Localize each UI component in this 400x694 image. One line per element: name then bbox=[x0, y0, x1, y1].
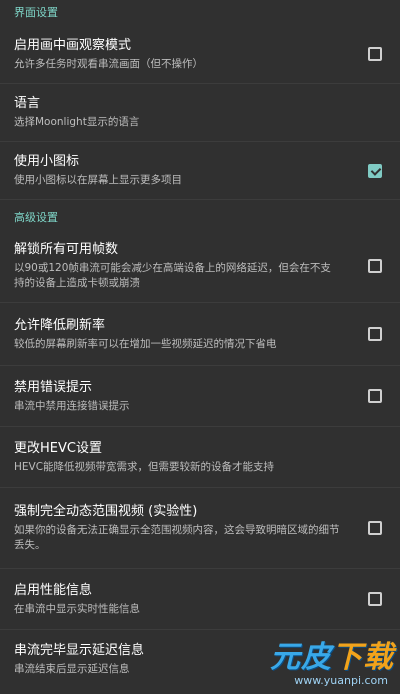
watermark-url: www.yuanpi.com bbox=[294, 674, 388, 687]
watermark-brand-accent: 下载 bbox=[332, 640, 394, 675]
small-icons-checkbox[interactable] bbox=[368, 163, 382, 178]
pref-performance-overlay[interactable]: 启用性能信息 在串流中显示实时性能信息 bbox=[0, 569, 400, 629]
section-header-ui: 界面设置 bbox=[14, 6, 58, 19]
pref-summary: 以90或120帧串流可能会减少在高端设备上的网络延迟，但会在不支持的设备上造成卡… bbox=[14, 262, 331, 289]
pref-small-icons[interactable]: 使用小图标 使用小图标以在屏幕上显示更多项目 bbox=[0, 142, 400, 199]
unlock-fps-checkbox[interactable] bbox=[368, 259, 382, 273]
pref-summary: 使用小图标以在屏幕上显示更多项目 bbox=[14, 174, 182, 186]
pref-summary: 允许多任务时观看串流画面（但不操作） bbox=[14, 57, 203, 70]
pref-title: 启用性能信息 bbox=[14, 582, 93, 598]
pref-summary: HEVC能降低视频带宽需求，但需要较新的设备才能支持 bbox=[14, 460, 275, 473]
disable-error-toasts-checkbox[interactable] bbox=[368, 389, 382, 403]
pref-full-range-video[interactable]: 强制完全动态范围视频 (实验性) 如果你的设备无法正确显示全范围视频内容，这会导… bbox=[0, 488, 400, 568]
pref-disable-error-toasts[interactable]: 禁用错误提示 串流中禁用连接错误提示 bbox=[0, 366, 400, 426]
pref-summary: 在串流中显示实时性能信息 bbox=[14, 602, 140, 615]
pref-title: 使用小图标 bbox=[14, 154, 80, 169]
pref-pip-mode[interactable]: 启用画中画观察模式 允许多任务时观看串流画面（但不操作） bbox=[0, 25, 400, 83]
pref-title: 强制完全动态范围视频 (实验性) bbox=[14, 504, 198, 519]
pref-hevc-settings[interactable]: 更改HEVC设置 HEVC能降低视频带宽需求，但需要较新的设备才能支持 bbox=[0, 427, 400, 487]
watermark-brand-main: 元皮 bbox=[270, 640, 332, 675]
performance-overlay-checkbox[interactable] bbox=[368, 592, 382, 606]
section-header-advanced: 高级设置 bbox=[14, 211, 58, 224]
reduce-refresh-rate-checkbox[interactable] bbox=[368, 327, 382, 341]
pref-title: 启用画中画观察模式 bbox=[14, 37, 132, 53]
pref-title: 更改HEVC设置 bbox=[14, 440, 102, 456]
full-range-video-checkbox[interactable] bbox=[368, 521, 382, 535]
pref-title: 禁用错误提示 bbox=[14, 379, 93, 395]
watermark: 元皮下载 www.yuanpi.com bbox=[222, 630, 394, 692]
pref-title: 解锁所有可用帧数 bbox=[14, 242, 119, 257]
pref-title: 语言 bbox=[14, 96, 41, 111]
settings-screen: 界面设置 启用画中画观察模式 允许多任务时观看串流画面（但不操作） 语言 选择M… bbox=[0, 0, 400, 688]
pref-summary: 串流中禁用连接错误提示 bbox=[14, 399, 130, 412]
pref-summary: 较低的屏幕刷新率可以在增加一些视频延迟的情况下省电 bbox=[14, 337, 277, 350]
pref-title: 允许降低刷新率 bbox=[14, 317, 106, 333]
pref-summary: 如果你的设备无法正确显示全范围视频内容，这会导致明暗区域的细节丢失。 bbox=[14, 524, 340, 551]
pref-summary: 选择Moonlight显示的语言 bbox=[14, 116, 140, 128]
pref-language[interactable]: 语言 选择Moonlight显示的语言 bbox=[0, 84, 400, 141]
watermark-logo: 元皮下载 bbox=[270, 632, 394, 676]
pref-reduce-refresh-rate[interactable]: 允许降低刷新率 较低的屏幕刷新率可以在增加一些视频延迟的情况下省电 bbox=[0, 303, 400, 365]
pref-unlock-fps[interactable]: 解锁所有可用帧数 以90或120帧串流可能会减少在高端设备上的网络延迟，但会在不… bbox=[0, 230, 400, 302]
pip-mode-checkbox[interactable] bbox=[368, 47, 382, 61]
watermark-brand: 元皮下载 bbox=[270, 632, 394, 676]
